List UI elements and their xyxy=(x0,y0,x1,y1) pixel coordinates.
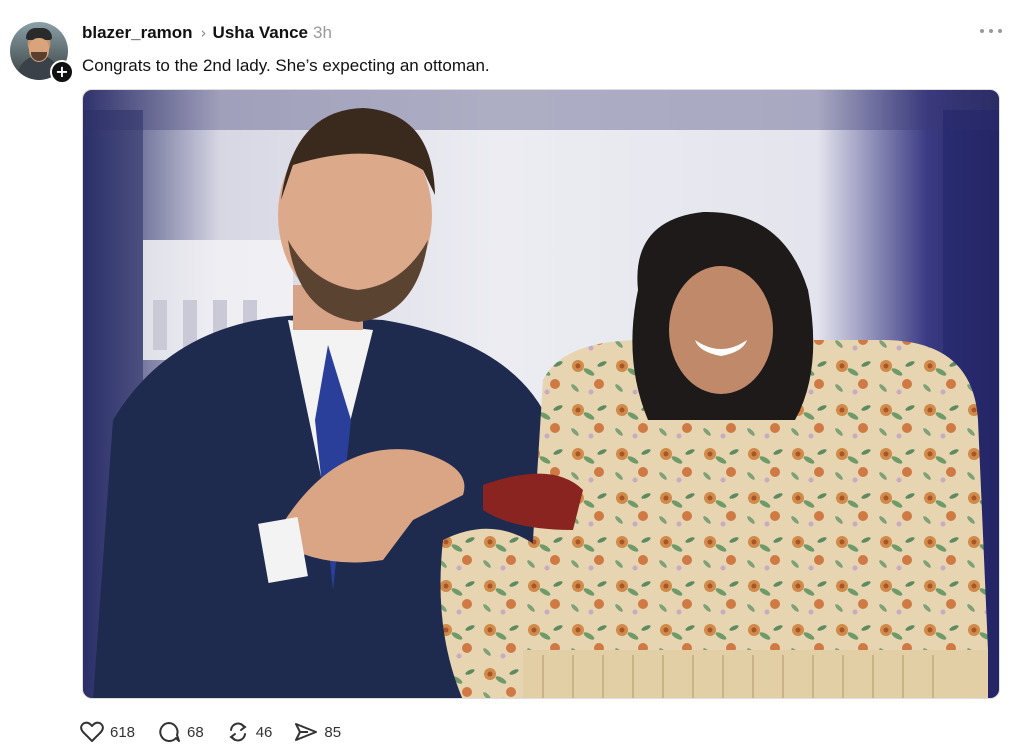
post-image[interactable] xyxy=(82,89,1000,699)
reply-to-username[interactable]: Usha Vance xyxy=(213,23,308,43)
post-actions: 618 68 46 85 xyxy=(80,720,363,744)
comment-count: 68 xyxy=(187,723,204,741)
repost-count: 46 xyxy=(255,723,273,741)
share-button[interactable]: 85 xyxy=(294,721,341,743)
chevron-right-icon: › xyxy=(200,24,207,42)
comment-button[interactable]: 68 xyxy=(157,721,204,743)
author-username[interactable]: blazer_ramon xyxy=(82,23,193,43)
like-count: 618 xyxy=(110,723,136,741)
author-avatar[interactable]: + xyxy=(10,22,74,86)
like-button[interactable]: 618 xyxy=(80,721,135,743)
repost-button[interactable]: 46 xyxy=(226,721,273,743)
post-timestamp[interactable]: 3h xyxy=(313,23,332,43)
follow-plus-icon[interactable]: + xyxy=(50,60,74,84)
post-photo-illustration xyxy=(83,90,999,698)
share-count: 85 xyxy=(324,723,342,741)
post-header: blazer_ramon › Usha Vance 3h xyxy=(82,22,332,44)
comment-icon xyxy=(159,722,181,742)
thread-post: + blazer_ramon › Usha Vance 3h Congrats … xyxy=(0,0,1024,755)
heart-icon xyxy=(80,721,104,742)
post-text: Congrats to the 2nd lady. She’s expectin… xyxy=(82,56,490,75)
repost-icon xyxy=(229,722,247,742)
more-horizontal-icon[interactable] xyxy=(980,23,1002,39)
share-icon xyxy=(295,723,318,741)
